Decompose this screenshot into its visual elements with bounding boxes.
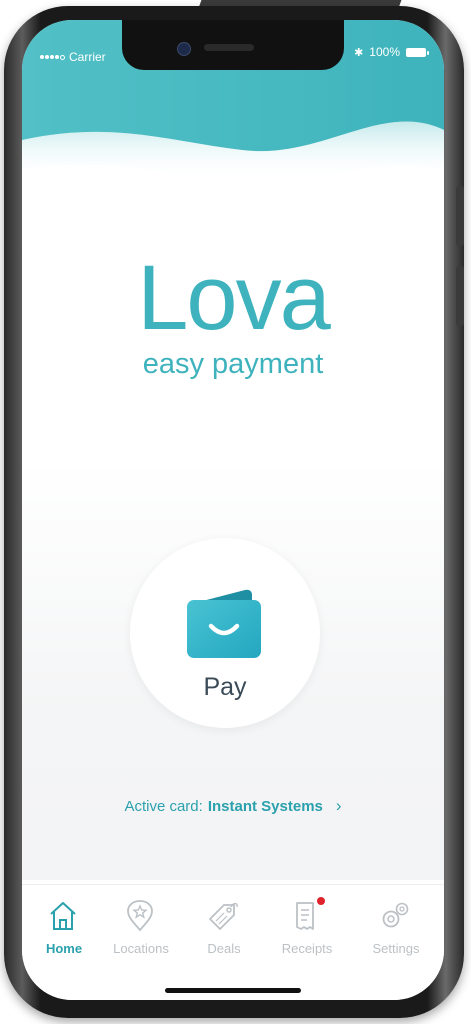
receipts-badge: [317, 897, 325, 905]
tag-icon: [209, 902, 238, 930]
camera-icon: [177, 42, 191, 56]
tab-label: Home: [45, 941, 83, 956]
active-card-prefix: Active card:: [124, 797, 203, 815]
chevron-right-icon: ›: [335, 796, 342, 815]
tab-label: Deals: [207, 941, 241, 956]
signal-icon: [40, 54, 65, 60]
wallet-icon: [187, 589, 261, 658]
status-right: ✱ 100%: [354, 45, 429, 59]
battery-icon: [406, 47, 429, 57]
tab-label: Settings: [372, 941, 420, 956]
app-screen: Carrier ✱ 100% Lova easy payment Pay Act…: [22, 20, 444, 1000]
speaker: [204, 44, 254, 51]
carrier-label: Carrier: [69, 50, 106, 64]
tab-label: Receipts: [281, 941, 333, 956]
location-pin-icon: [127, 900, 153, 932]
bluetooth-icon: ✱: [354, 46, 364, 59]
tab-locations[interactable]: Locations: [99, 885, 183, 985]
tab-bar: Home Locations Deals Receipts Settings: [22, 884, 444, 1000]
status-carrier: Carrier: [40, 50, 106, 64]
tab-deals[interactable]: Deals: [182, 885, 266, 985]
active-card-name: Instant Systems: [207, 797, 323, 815]
tab-label: Locations: [113, 941, 169, 956]
home-indicator[interactable]: [165, 988, 301, 993]
brand-tagline: easy payment: [142, 348, 324, 380]
tab-receipts[interactable]: Receipts: [265, 885, 349, 985]
home-icon: [50, 902, 76, 930]
volume-down-button: [456, 266, 464, 326]
tab-settings[interactable]: Settings: [354, 885, 438, 985]
battery-percent: 100%: [369, 45, 400, 59]
active-card-link[interactable]: Active card: Instant Systems ›: [22, 796, 444, 816]
notch: [122, 20, 344, 70]
tab-home[interactable]: Home: [22, 885, 106, 985]
brand-logo: Lova easy payment: [22, 252, 444, 380]
gear-icon: [382, 902, 409, 928]
volume-up-button: [456, 186, 464, 246]
pay-button[interactable]: Pay: [130, 538, 320, 728]
pay-label: Pay: [203, 673, 247, 701]
brand-name: Lova: [137, 247, 331, 349]
app-showcase: Carrier ✱ 100% Lova easy payment Pay Act…: [0, 0, 471, 1024]
